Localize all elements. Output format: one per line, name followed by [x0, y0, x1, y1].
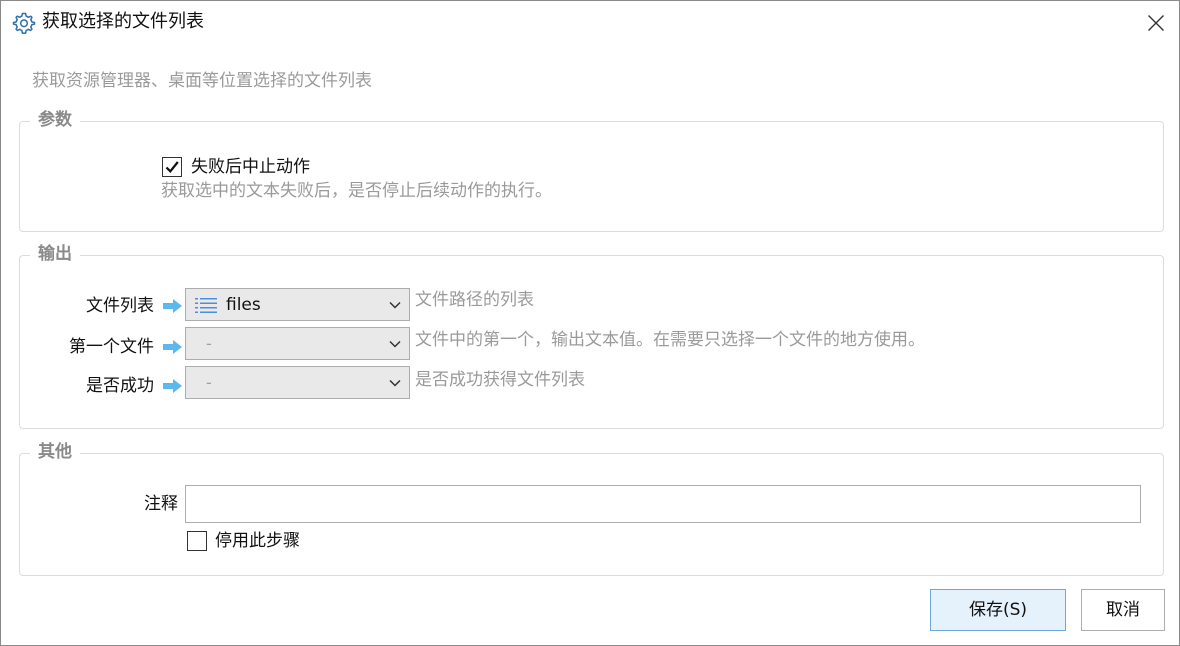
checkmark-icon	[165, 161, 179, 173]
stop-on-fail-label[interactable]: 失败后中止动作	[191, 155, 310, 179]
save-button[interactable]: 保存(S)	[930, 589, 1066, 631]
params-legend: 参数	[30, 108, 80, 132]
arrow-right-icon	[163, 379, 182, 393]
note-label: 注释	[144, 494, 178, 514]
file-list-hint: 文件路径的列表	[415, 290, 534, 310]
stop-on-fail-hint: 获取选中的文本失败后，是否停止后续动作的执行。	[161, 181, 552, 201]
cancel-button[interactable]: 取消	[1081, 589, 1165, 631]
success-hint: 是否成功获得文件列表	[415, 370, 585, 390]
close-icon	[1148, 15, 1164, 31]
output-label-file-list: 文件列表	[86, 296, 154, 316]
output-label-success: 是否成功	[86, 376, 154, 396]
list-icon	[195, 298, 217, 313]
chevron-down-icon	[389, 379, 401, 387]
dialog-title: 获取选择的文件列表	[42, 11, 204, 32]
close-button[interactable]	[1139, 7, 1173, 39]
arrow-right-icon	[163, 340, 182, 354]
file-list-select-value: files	[226, 295, 261, 315]
other-legend: 其他	[30, 440, 80, 464]
stop-on-fail-checkbox[interactable]	[162, 157, 182, 177]
gear-icon	[12, 11, 36, 35]
disable-step-checkbox[interactable]	[187, 531, 207, 551]
first-file-hint: 文件中的第一个，输出文本值。在需要只选择一个文件的地方使用。	[415, 330, 925, 350]
file-list-select[interactable]: files	[185, 288, 410, 321]
dialog-description: 获取资源管理器、桌面等位置选择的文件列表	[32, 71, 372, 91]
output-legend: 输出	[30, 242, 80, 266]
first-file-select[interactable]: -	[185, 327, 410, 360]
success-select-value: -	[206, 373, 212, 392]
title-bar: 获取选择的文件列表	[1, 1, 1179, 45]
arrow-right-icon	[163, 299, 182, 313]
dialog-window: 获取选择的文件列表 获取资源管理器、桌面等位置选择的文件列表 参数 失败后中止动…	[0, 0, 1180, 646]
success-select[interactable]: -	[185, 366, 410, 399]
output-label-first-file: 第一个文件	[69, 337, 154, 357]
first-file-select-value: -	[206, 334, 212, 353]
disable-step-label[interactable]: 停用此步骤	[215, 529, 300, 553]
chevron-down-icon	[389, 340, 401, 348]
chevron-down-icon	[389, 301, 401, 309]
note-input[interactable]	[185, 485, 1141, 523]
